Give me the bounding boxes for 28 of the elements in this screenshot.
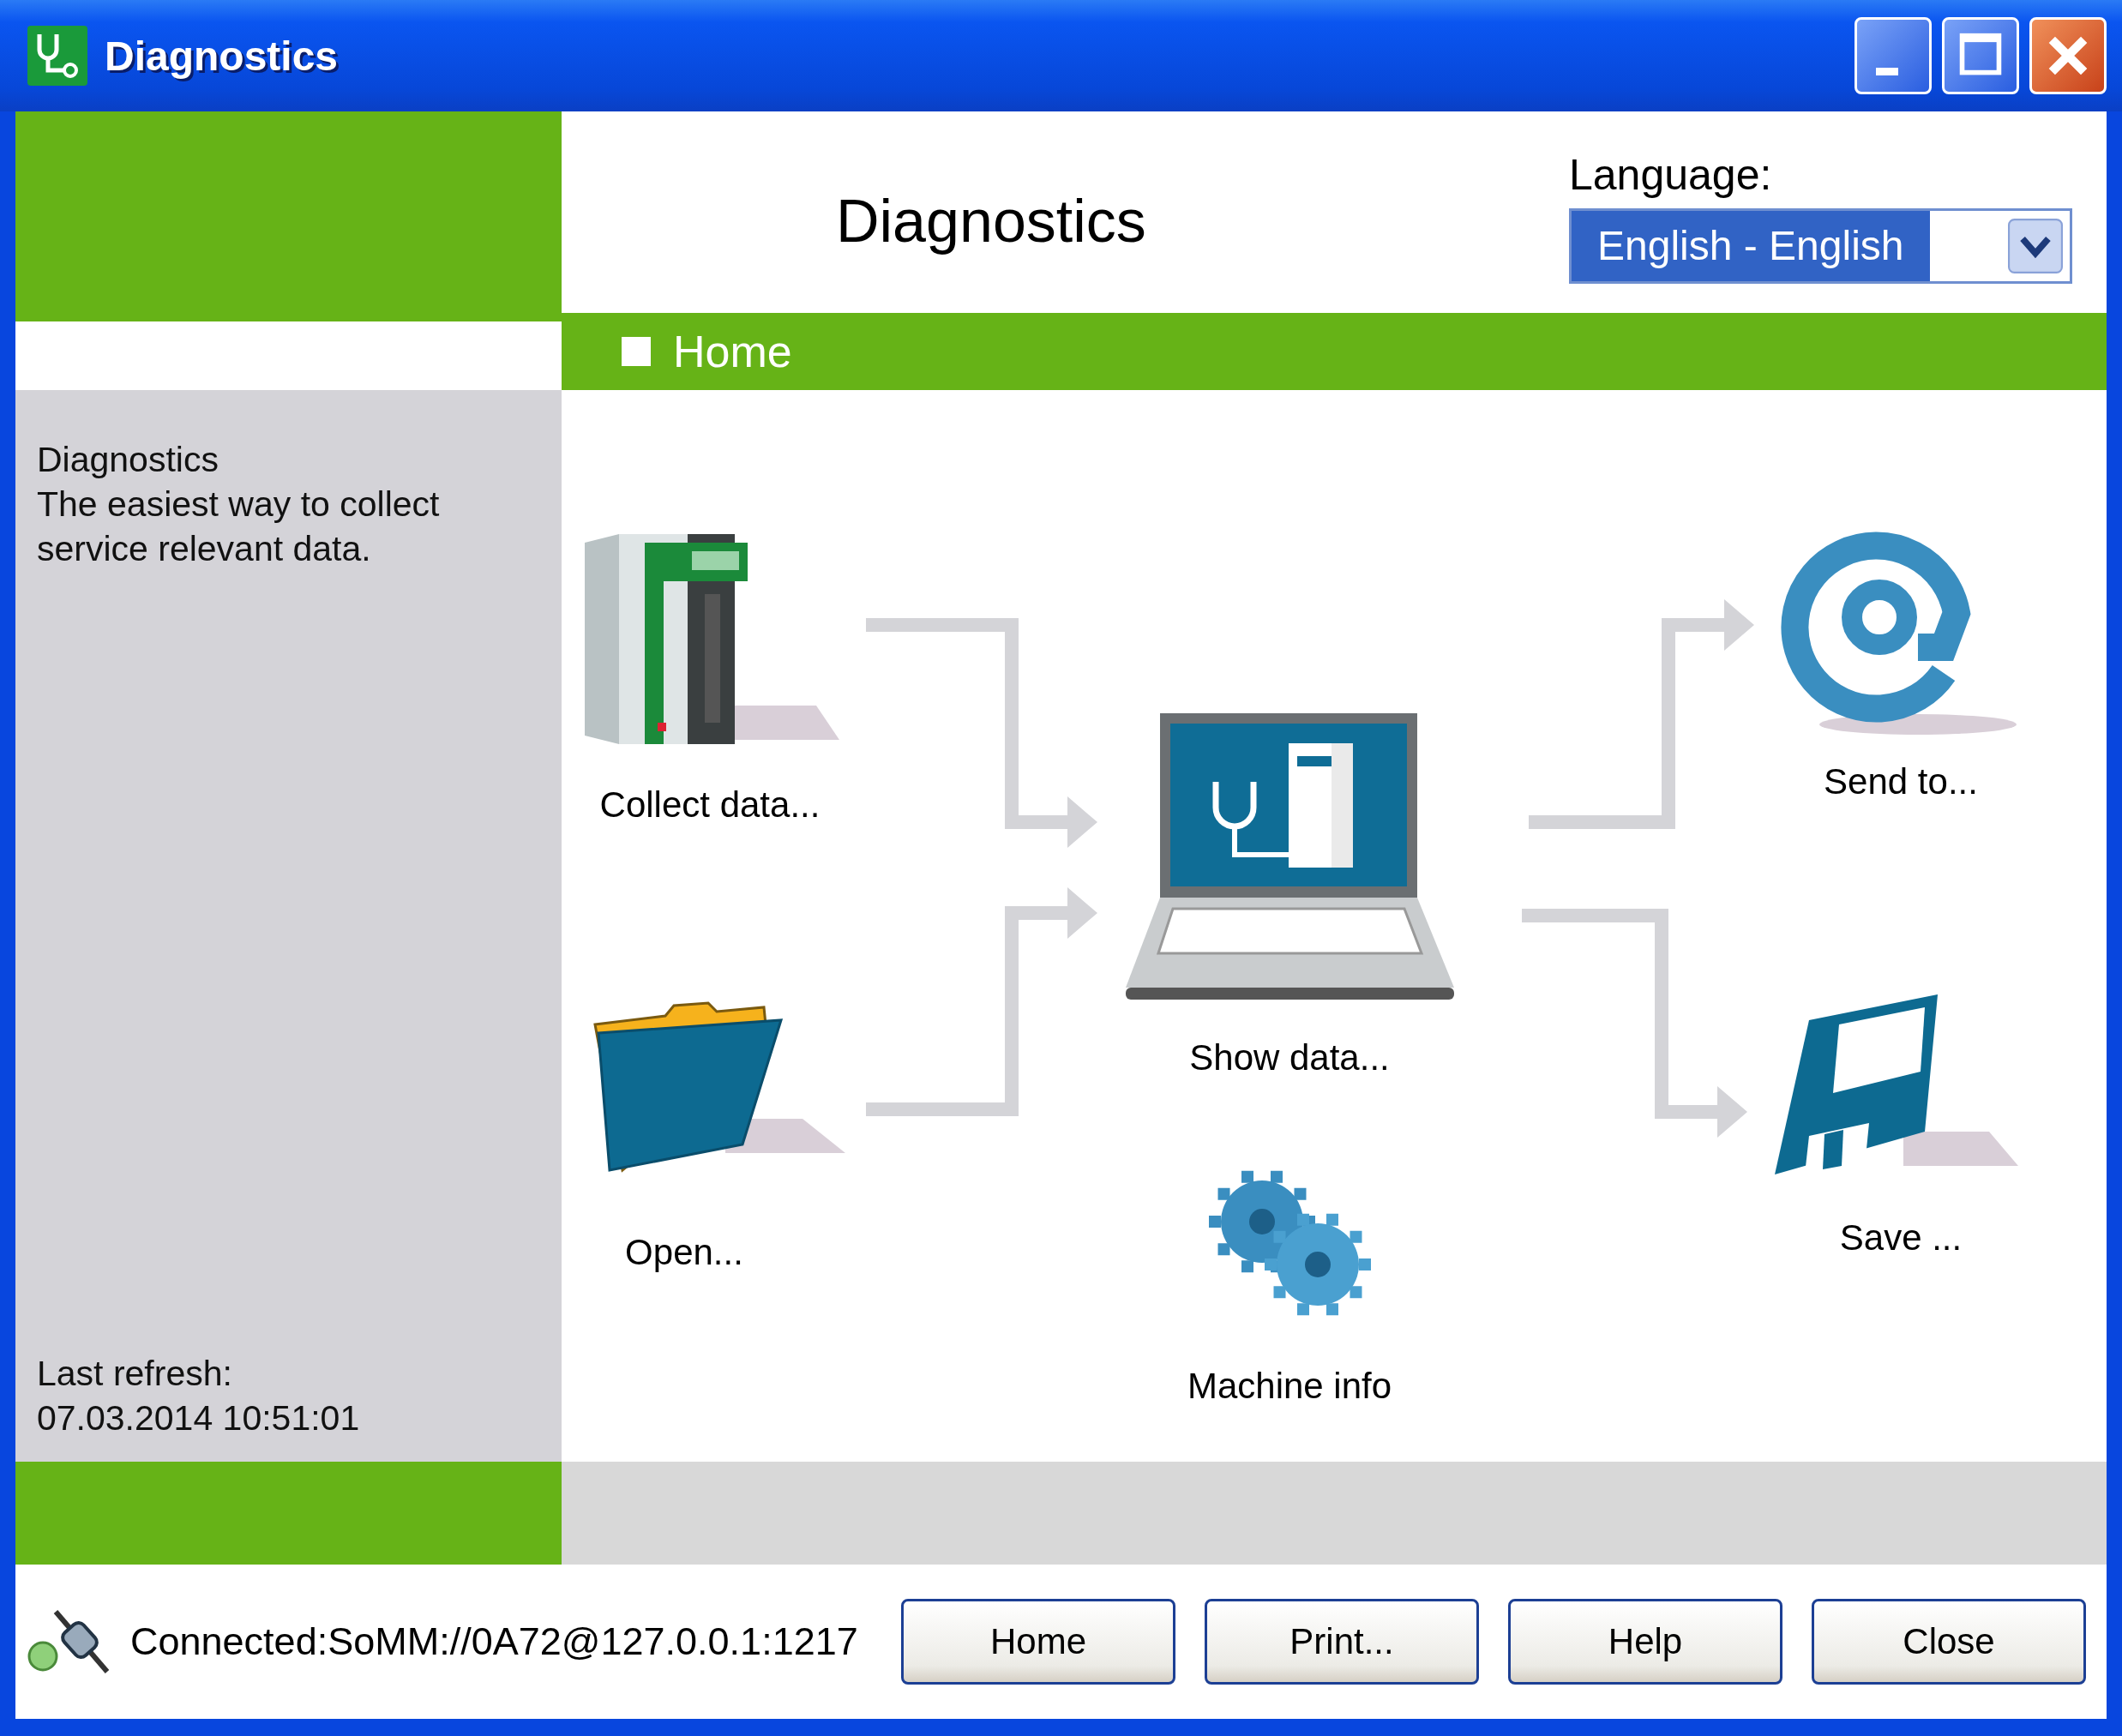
footer-button[interactable]: Close: [1812, 1599, 2086, 1685]
square-icon: [622, 337, 651, 366]
minimize-button[interactable]: [1854, 17, 1932, 94]
footer-button[interactable]: Home: [901, 1599, 1175, 1685]
action-label[interactable]: Save ...: [1839, 1217, 1963, 1258]
footer-button[interactable]: Help: [1508, 1599, 1782, 1685]
action-label[interactable]: Collect data...: [599, 784, 821, 826]
minimize-icon: [1876, 68, 1898, 75]
footer-button[interactable]: Print...: [1205, 1599, 1479, 1685]
refresh-label: Last refresh:: [37, 1353, 233, 1395]
maximize-button[interactable]: [1942, 17, 2019, 94]
sidebar-description: The easiest way to collect service relevant data.: [37, 484, 441, 570]
action-label[interactable]: Open...: [625, 1232, 743, 1273]
language-label: Language:: [1569, 149, 1773, 200]
floppy-disk-icon[interactable]: [1775, 994, 2018, 1177]
app-icon: [27, 26, 87, 86]
page-title: Diagnostics: [836, 186, 1146, 255]
language-dropdown[interactable]: English - English: [1569, 207, 2072, 284]
action-label[interactable]: Machine info: [1187, 1366, 1392, 1407]
window-title: Diagnostics: [105, 32, 339, 80]
sidebar-title: Diagnostics: [37, 439, 219, 481]
chevron-icon: [2008, 218, 2063, 273]
connection-status: Connected:SoMM://0A72@127.0.0.1:1217: [130, 1619, 858, 1664]
close-button[interactable]: [2029, 17, 2107, 94]
action-label[interactable]: Show data...: [1189, 1037, 1390, 1078]
breadcrumb-text: Home: [673, 326, 792, 377]
refresh-time: 07.03.2014 10:51:01: [37, 1397, 361, 1439]
action-label[interactable]: Send to...: [1824, 761, 1978, 802]
